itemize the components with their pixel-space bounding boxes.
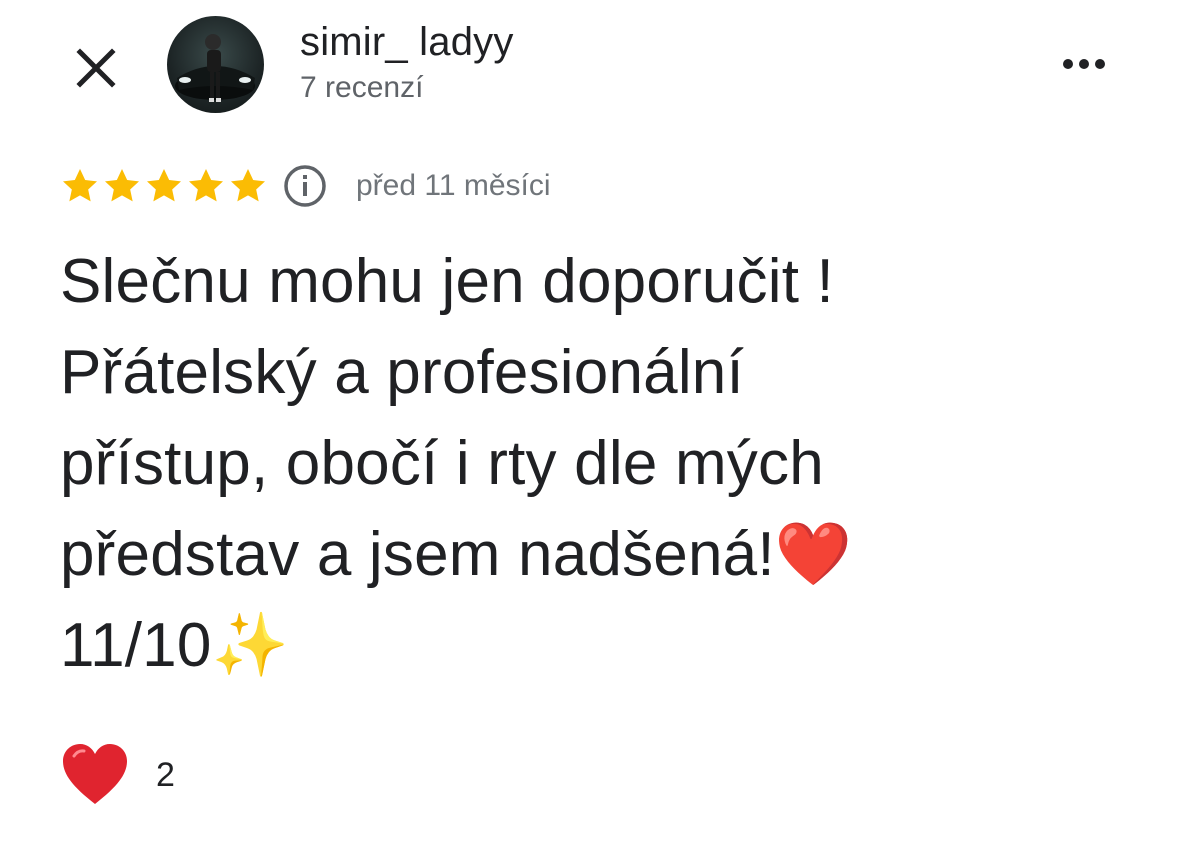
author-block[interactable]: simir_ ladyy 7 recenzí <box>300 18 514 108</box>
more-options-dot <box>1095 59 1105 69</box>
close-icon <box>76 48 116 88</box>
author-review-count: 7 recenzí <box>300 71 424 104</box>
star-icon <box>105 169 139 202</box>
author-name[interactable]: simir_ ladyy <box>300 18 514 66</box>
star-icon <box>231 169 265 202</box>
star-rating <box>60 166 268 206</box>
avatar[interactable] <box>167 16 264 113</box>
review-detail-page: simir_ ladyy 7 recenzí před 11 měsíci Sl… <box>0 0 1179 849</box>
more-options-icon <box>1063 59 1073 69</box>
avatar-photo <box>175 34 255 102</box>
heart-icon <box>63 744 127 804</box>
reaction-button[interactable]: 2 <box>60 742 175 808</box>
star-icon <box>189 169 223 202</box>
star-icon <box>63 169 97 202</box>
more-options-button[interactable] <box>1046 40 1122 88</box>
review-text: Slečnu mohu jen doporučit ! Přátelský a … <box>60 247 853 680</box>
more-options-dot <box>1079 59 1089 69</box>
rating-row: před 11 měsíci <box>60 164 551 208</box>
close-button[interactable] <box>62 34 130 102</box>
reaction-count: 2 <box>156 755 175 794</box>
star-icon <box>147 169 181 202</box>
info-icon[interactable] <box>282 163 328 209</box>
review-date: před 11 měsíci <box>356 169 551 202</box>
